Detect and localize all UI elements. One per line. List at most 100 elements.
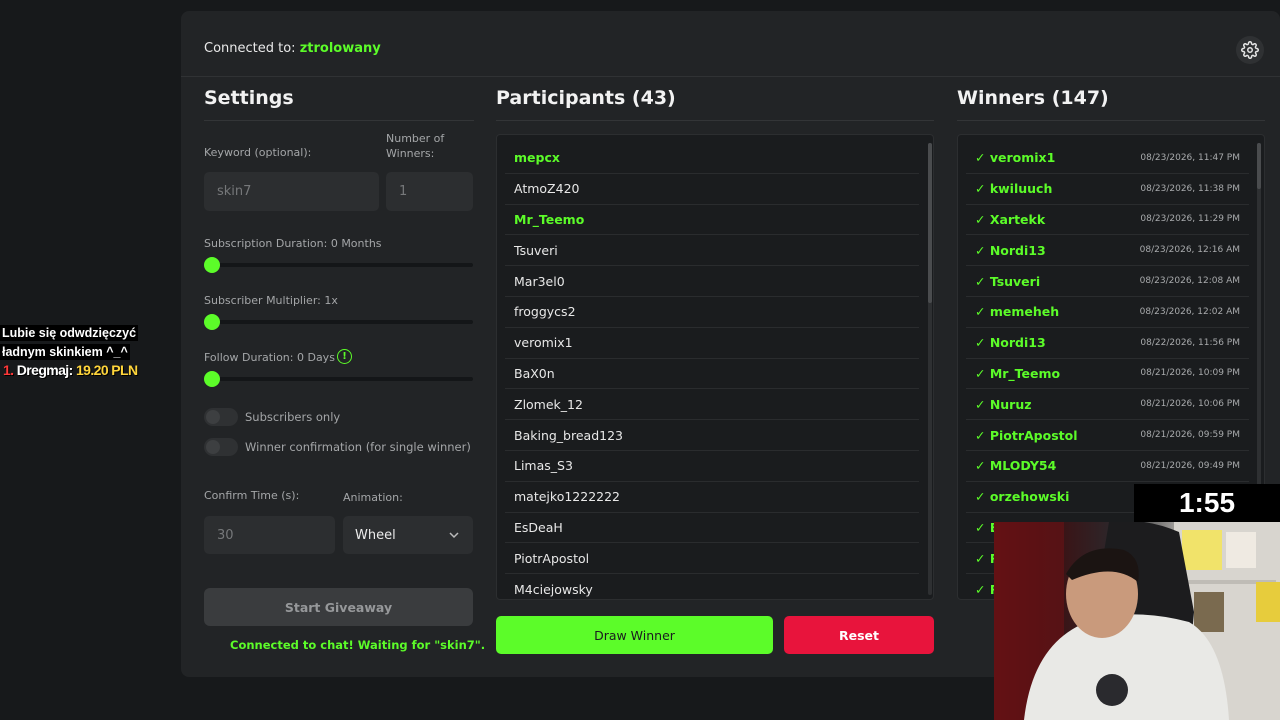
winner-row[interactable]: ✓ Nuruz 08/21/2026, 10:06 PM xyxy=(966,389,1249,421)
winner-confirmation-label: Winner confirmation (for single winner) xyxy=(245,440,471,454)
participant-row[interactable]: BaX0n xyxy=(505,359,919,390)
participant-name: veromix1 xyxy=(514,335,573,351)
subscribers-only-label: Subscribers only xyxy=(245,410,341,424)
participant-row[interactable]: Mar3el0 xyxy=(505,266,919,297)
participants-scrollbar-thumb[interactable] xyxy=(928,143,932,303)
participant-name: BaX0n xyxy=(514,365,555,381)
winner-row[interactable]: ✓ kwiluuch 08/23/2026, 11:38 PM xyxy=(966,174,1249,205)
winner-name: ✓ Nordi13 xyxy=(975,242,1046,258)
participant-name: mepcx xyxy=(514,150,560,166)
winner-row[interactable]: ✓ PiotrApostol 08/21/2026, 09:59 PM xyxy=(966,420,1249,451)
winners-count-input[interactable]: 1 xyxy=(386,172,473,211)
participant-name: M4ciejowsky xyxy=(514,581,593,597)
winner-row[interactable]: ✓ MLODY54 08/21/2026, 09:49 PM xyxy=(966,451,1249,482)
info-icon[interactable]: ! xyxy=(337,349,352,364)
winner-timestamp: 08/23/2026, 12:16 AM xyxy=(1139,245,1240,256)
winner-row[interactable]: ✓ Mr_Teemo 08/21/2026, 10:09 PM xyxy=(966,359,1249,390)
participant-name: Tsuveri xyxy=(514,242,558,258)
winner-timestamp: 08/21/2026, 09:59 PM xyxy=(1140,430,1240,441)
donation-message-line2: ładnym skinkiem ^_^ xyxy=(0,344,130,360)
participants-scrollbar[interactable] xyxy=(928,143,932,595)
winner-row[interactable]: ✓ veromix1 08/23/2026, 11:47 PM xyxy=(966,143,1249,174)
winner-timestamp: 08/23/2026, 11:47 PM xyxy=(1140,152,1240,163)
participant-row[interactable]: Mr_Teemo xyxy=(505,205,919,236)
subscribers-only-toggle[interactable] xyxy=(204,408,238,426)
participant-row[interactable]: AtmoZ420 xyxy=(505,174,919,205)
subscriber-multiplier-handle[interactable] xyxy=(204,314,220,330)
participant-row[interactable]: Limas_S3 xyxy=(505,451,919,482)
animation-select[interactable]: Wheel xyxy=(343,516,473,554)
winner-confirmation-toggle[interactable] xyxy=(204,438,238,456)
winner-row[interactable]: ✓ Nordi13 08/22/2026, 11:56 PM xyxy=(966,328,1249,359)
winner-name: ✓ MLODY54 xyxy=(975,458,1057,474)
participants-divider xyxy=(496,120,934,121)
participant-name: Mr_Teemo xyxy=(514,211,585,227)
winner-name: ✓ Mr_Teemo xyxy=(975,365,1061,381)
winner-timestamp: 08/23/2026, 11:29 PM xyxy=(1140,214,1240,225)
animation-label: Animation: xyxy=(343,491,403,504)
winners-count-label-line1: Number of xyxy=(386,132,445,145)
participant-name: Mar3el0 xyxy=(514,273,565,289)
participant-row[interactable]: froggycs2 xyxy=(505,297,919,328)
follow-duration-label: Follow Duration: 0 Days xyxy=(204,351,335,364)
winner-timestamp: 08/23/2026, 11:38 PM xyxy=(1140,183,1240,194)
connection-status: Connected to: ztrolowany xyxy=(204,41,381,56)
donation-rank: 1. xyxy=(3,362,14,378)
keyword-input[interactable]: skin7 xyxy=(204,172,379,211)
participant-row[interactable]: Tsuveri xyxy=(505,235,919,267)
participant-row[interactable]: Baking_bread123 xyxy=(505,420,919,451)
winner-name: ✓ orzehowski xyxy=(975,489,1070,505)
chevron-down-icon xyxy=(449,532,459,539)
settings-title: Settings xyxy=(204,87,294,109)
follow-duration-slider[interactable] xyxy=(204,371,473,387)
draw-winner-button[interactable]: Draw Winner xyxy=(496,616,773,654)
participant-name: Limas_S3 xyxy=(514,458,573,474)
winner-name: ✓ kwiluuch xyxy=(975,181,1053,197)
participants-title: Participants (43) xyxy=(496,87,676,109)
winner-timestamp: 08/21/2026, 09:49 PM xyxy=(1140,460,1240,471)
participant-row[interactable]: EsDeaH xyxy=(505,513,919,544)
participant-row[interactable]: matejko1222222 xyxy=(505,482,919,513)
confirm-time-label: Confirm Time (s): xyxy=(204,489,300,502)
participant-row[interactable]: M4ciejowsky xyxy=(505,574,919,599)
winner-timestamp: 08/23/2026, 12:02 AM xyxy=(1139,306,1240,317)
animation-select-value: Wheel xyxy=(355,527,396,543)
participant-name: matejko1222222 xyxy=(514,489,621,505)
winner-name: ✓ Nuruz xyxy=(975,396,1032,412)
follow-duration-handle[interactable] xyxy=(204,371,220,387)
winner-name: ✓ memeheh xyxy=(975,304,1060,320)
gear-icon xyxy=(1241,41,1259,59)
donation-message-line1: Lubie się odwdzięczyć xyxy=(0,325,139,341)
participant-name: froggycs2 xyxy=(514,304,576,320)
confirm-time-input[interactable]: 30 xyxy=(204,516,335,554)
panel-header: Connected to: ztrolowany xyxy=(181,11,1280,77)
winner-row[interactable]: ✓ Xartekk 08/23/2026, 11:29 PM xyxy=(966,205,1249,236)
subscriber-multiplier-label: Subscriber Multiplier: 1x xyxy=(204,294,338,307)
winner-name: ✓ Nordi13 xyxy=(975,335,1046,351)
winner-timestamp: 08/23/2026, 12:08 AM xyxy=(1139,276,1240,287)
start-giveaway-button[interactable]: Start Giveaway xyxy=(204,588,473,626)
settings-button[interactable] xyxy=(1236,36,1264,64)
winner-name: ✓ Xartekk xyxy=(975,211,1046,227)
donation-alert: Lubie się odwdzięczyć ładnym skinkiem ^_… xyxy=(0,322,160,378)
participant-row[interactable]: mepcx xyxy=(505,143,919,174)
winner-name: ✓ veromix1 xyxy=(975,150,1056,166)
participant-row[interactable]: veromix1 xyxy=(505,328,919,359)
winner-row[interactable]: ✓ Tsuveri 08/23/2026, 12:08 AM xyxy=(966,266,1249,297)
winners-count-label-line2: Winners: xyxy=(386,147,435,160)
winner-name: ✓ Tsuveri xyxy=(975,273,1041,289)
connected-label: Connected to: xyxy=(204,41,296,56)
subscription-duration-handle[interactable] xyxy=(204,257,220,273)
participant-row[interactable]: PiotrApostol xyxy=(505,543,919,575)
reset-button[interactable]: Reset xyxy=(784,616,934,654)
channel-name: ztrolowany xyxy=(299,41,381,56)
winners-scrollbar-thumb[interactable] xyxy=(1257,143,1261,189)
winner-row[interactable]: ✓ Nordi13 08/23/2026, 12:16 AM xyxy=(966,235,1249,267)
donation-amount: 19.20 PLN xyxy=(75,362,138,378)
subscription-duration-slider[interactable] xyxy=(204,257,473,273)
subscriber-multiplier-slider[interactable] xyxy=(204,314,473,330)
participant-name: AtmoZ420 xyxy=(514,181,580,197)
participants-list[interactable]: mepcx AtmoZ420 Mr_Teemo Tsuveri Mar3el0 frogg… xyxy=(496,134,934,600)
participant-row[interactable]: Zlomek_12 xyxy=(505,389,919,421)
winner-row[interactable]: ✓ memeheh 08/23/2026, 12:02 AM xyxy=(966,297,1249,328)
